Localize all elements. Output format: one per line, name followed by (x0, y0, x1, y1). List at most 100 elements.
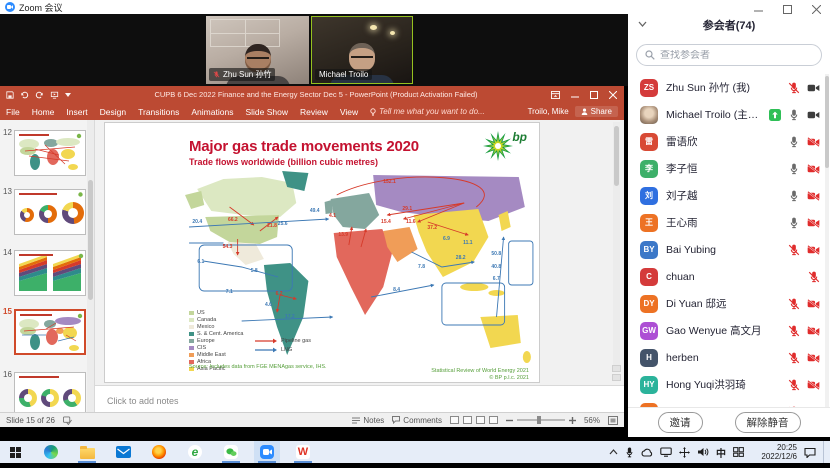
ime-indicator[interactable]: 中 (716, 445, 726, 460)
participant-row[interactable]: 雷 雷语欣 (628, 128, 830, 155)
taskbar-clock[interactable]: 20:25 2022/12/6 (751, 443, 797, 461)
tab-slideshow[interactable]: Slide Show (239, 103, 294, 120)
zoom-percentage[interactable]: 56% (584, 416, 600, 425)
participant-row[interactable]: DY Di Yuan 邸远 (628, 290, 830, 317)
slide-subtitle: Trade flows worldwide (billion cubic met… (189, 157, 378, 167)
participant-name: chuan (666, 271, 800, 283)
zoom-slider[interactable] (506, 417, 576, 424)
ppt-window-controls (546, 86, 624, 103)
tab-review[interactable]: Review (294, 103, 334, 120)
participant-row[interactable]: Michael Troilo (主持人) (628, 101, 830, 128)
participant-row[interactable]: 刘 刘子越 (628, 182, 830, 209)
taskbar-internet-explorer[interactable]: e (182, 441, 208, 463)
video-tile-michael-troilo[interactable]: Michael Troilo (311, 16, 413, 84)
start-button[interactable] (2, 441, 28, 463)
camera-off-icon (807, 326, 820, 336)
taskbar-wps[interactable]: W (290, 441, 316, 463)
save-icon[interactable] (6, 91, 14, 99)
minimize-icon[interactable] (565, 86, 584, 103)
tab-transitions[interactable]: Transitions (132, 103, 185, 120)
hidden-icons-chevron[interactable] (609, 449, 618, 455)
map-region-legend: US Canada Mexico S. & Cent. America Euro… (189, 309, 243, 372)
tab-file[interactable]: File (0, 103, 26, 120)
participant-row[interactable]: 李 李子恒 (628, 155, 830, 182)
tab-home[interactable]: Home (26, 103, 61, 120)
action-center-icon[interactable] (804, 447, 816, 458)
video-tile-zhu-sun[interactable]: Zhu Sun 孙竹 (206, 16, 309, 84)
taskbar-zoom-active[interactable] (254, 441, 280, 463)
tray-cloud-icon[interactable] (641, 448, 653, 457)
ceiling-light (370, 25, 377, 30)
slideshow-icon[interactable] (50, 91, 59, 99)
camera-off-icon (807, 218, 820, 228)
avatar (640, 106, 658, 124)
participant-row[interactable]: BY Bai Yubing (628, 236, 830, 263)
flow-value: 49.4 (310, 208, 320, 214)
tray-move-arrows-icon[interactable] (679, 447, 690, 458)
camera-off-icon (807, 353, 820, 363)
notes-toggle[interactable]: Notes (352, 416, 384, 425)
participant-name: 李子恒 (666, 161, 780, 176)
participant-row[interactable]: GW Gao Wenyue 高文月 (628, 317, 830, 344)
spellcheck-icon[interactable] (63, 416, 72, 425)
close-icon[interactable] (810, 3, 822, 15)
participant-search[interactable] (636, 44, 822, 66)
tab-view[interactable]: View (334, 103, 364, 120)
taskbar-edge[interactable] (38, 441, 64, 463)
redo-icon[interactable] (35, 91, 44, 99)
slide-thumbnail-panel: 12 13 (0, 120, 95, 412)
fit-slide-icon[interactable] (608, 416, 618, 425)
show-desktop-button[interactable] (823, 441, 826, 463)
slide-thumbnail-area-charts (14, 250, 86, 296)
bp-logo: bp (483, 128, 527, 164)
ppt-body: 12 13 (0, 120, 624, 412)
tab-insert[interactable]: Insert (60, 103, 93, 120)
invite-button[interactable]: 邀请 (658, 412, 703, 433)
participant-row[interactable]: ZS Zhu Sun 孙竹 (我) (628, 74, 830, 101)
comments-toggle[interactable]: Comments (392, 416, 442, 425)
search-input[interactable] (660, 50, 813, 61)
close-icon[interactable] (603, 86, 622, 103)
taskbar-mail[interactable] (110, 441, 136, 463)
tray-mic-icon[interactable] (625, 447, 634, 458)
participants-scrollbar[interactable] (825, 74, 829, 408)
maximize-icon[interactable] (781, 3, 793, 15)
avatar: DY (640, 295, 658, 313)
minimize-icon[interactable] (752, 3, 764, 15)
participant-row[interactable]: H herben (628, 344, 830, 371)
ribbon-display-options-icon[interactable] (546, 86, 565, 103)
taskbar-file-explorer[interactable] (74, 441, 100, 463)
tab-design[interactable]: Design (94, 103, 132, 120)
view-switcher[interactable] (450, 416, 498, 424)
maximize-icon[interactable] (584, 86, 603, 103)
tab-animations[interactable]: Animations (185, 103, 239, 120)
tray-display-icon[interactable] (660, 447, 672, 457)
undo-icon[interactable] (20, 91, 29, 99)
avatar: BY (640, 241, 658, 259)
unmute-button[interactable]: 解除静音 (735, 412, 801, 433)
taskbar-wechat[interactable] (218, 441, 244, 463)
camera-off-icon (807, 191, 820, 201)
zoom-out-icon[interactable] (506, 417, 513, 424)
tray-volume-icon[interactable] (697, 447, 709, 457)
notes-pane[interactable]: Click to add notes (95, 385, 624, 412)
screen-share-icon (769, 109, 781, 121)
thumbnail-scrollbar[interactable] (87, 120, 94, 412)
participant-row[interactable]: C chuan (628, 263, 830, 290)
qat-dropdown-icon[interactable] (65, 93, 71, 97)
slide-nav-buttons[interactable] (612, 365, 621, 381)
taskbar-firefox[interactable] (146, 441, 172, 463)
slide-canvas[interactable]: Major gas trade movements 2020 Trade flo… (104, 122, 540, 383)
participant-name: 刘子越 (666, 188, 780, 203)
tell-me-box[interactable]: Tell me what you want to do... (364, 107, 485, 116)
participant-row[interactable]: HY Hong Yuqi洪羽琦 (628, 371, 830, 398)
participant-row[interactable]: 王 王心雨 (628, 209, 830, 236)
video-name-badge: Michael Troilo (315, 69, 372, 80)
slide-scrollbar[interactable] (613, 122, 620, 368)
zoom-app-icon (5, 2, 15, 12)
zoom-in-icon[interactable] (569, 417, 576, 424)
touch-keyboard-icon[interactable] (733, 447, 744, 457)
desktop: Zoom 会议 Zhu Sun 孙竹 Michael Troilo (0, 0, 830, 468)
share-button[interactable]: Share (575, 106, 618, 117)
flow-value: 4.6 (265, 302, 272, 308)
